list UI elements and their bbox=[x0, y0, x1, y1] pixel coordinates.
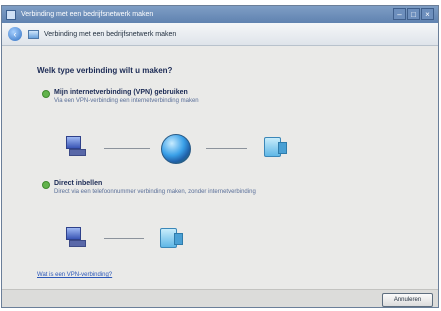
minimize-button[interactable]: – bbox=[393, 8, 406, 20]
window-title: Verbinding met een bedrijfsnetwerk maken bbox=[21, 11, 154, 18]
network-icon bbox=[261, 135, 287, 159]
title-bar[interactable]: Verbinding met een bedrijfsnetwerk maken… bbox=[2, 6, 438, 23]
globe-icon bbox=[161, 134, 191, 164]
window-icon bbox=[6, 9, 16, 20]
close-button[interactable]: × bbox=[421, 8, 434, 20]
navigation-bar: ‹ Verbinding met een bedrijfsnetwerk mak… bbox=[2, 23, 438, 46]
window-controls: – □ × bbox=[393, 8, 434, 20]
option-vpn-title[interactable]: Mijn internetverbinding (VPN) gebruiken bbox=[54, 89, 188, 96]
network-connection-icon bbox=[28, 29, 39, 39]
help-link[interactable]: Wat is een VPN-verbinding? bbox=[37, 272, 112, 278]
wizard-window: Verbinding met een bedrijfsnetwerk maken… bbox=[1, 5, 439, 308]
arrow-icon bbox=[42, 90, 50, 98]
connection-line bbox=[104, 148, 150, 149]
option-vpn-description: Via een VPN-verbinding een internetverbi… bbox=[54, 98, 199, 104]
network-icon bbox=[157, 226, 183, 250]
computer-icon bbox=[65, 226, 87, 248]
option-dialup-description: Direct via een telefoonnummer verbinding… bbox=[54, 189, 256, 195]
wizard-title: Verbinding met een bedrijfsnetwerk maken bbox=[44, 30, 177, 38]
connection-line bbox=[206, 148, 247, 149]
question-heading: Welk type verbinding wilt u maken? bbox=[37, 66, 173, 75]
wizard-footer: Annuleren bbox=[2, 289, 438, 307]
connection-line bbox=[104, 238, 144, 239]
back-arrow-icon[interactable]: ‹ bbox=[8, 27, 22, 41]
option-dialup-title[interactable]: Direct inbellen bbox=[54, 180, 102, 187]
computer-icon bbox=[65, 135, 87, 157]
maximize-button[interactable]: □ bbox=[407, 8, 420, 20]
wizard-content: Welk type verbinding wilt u maken? Mijn … bbox=[2, 46, 438, 289]
arrow-icon bbox=[42, 181, 50, 189]
cancel-button[interactable]: Annuleren bbox=[382, 293, 433, 307]
